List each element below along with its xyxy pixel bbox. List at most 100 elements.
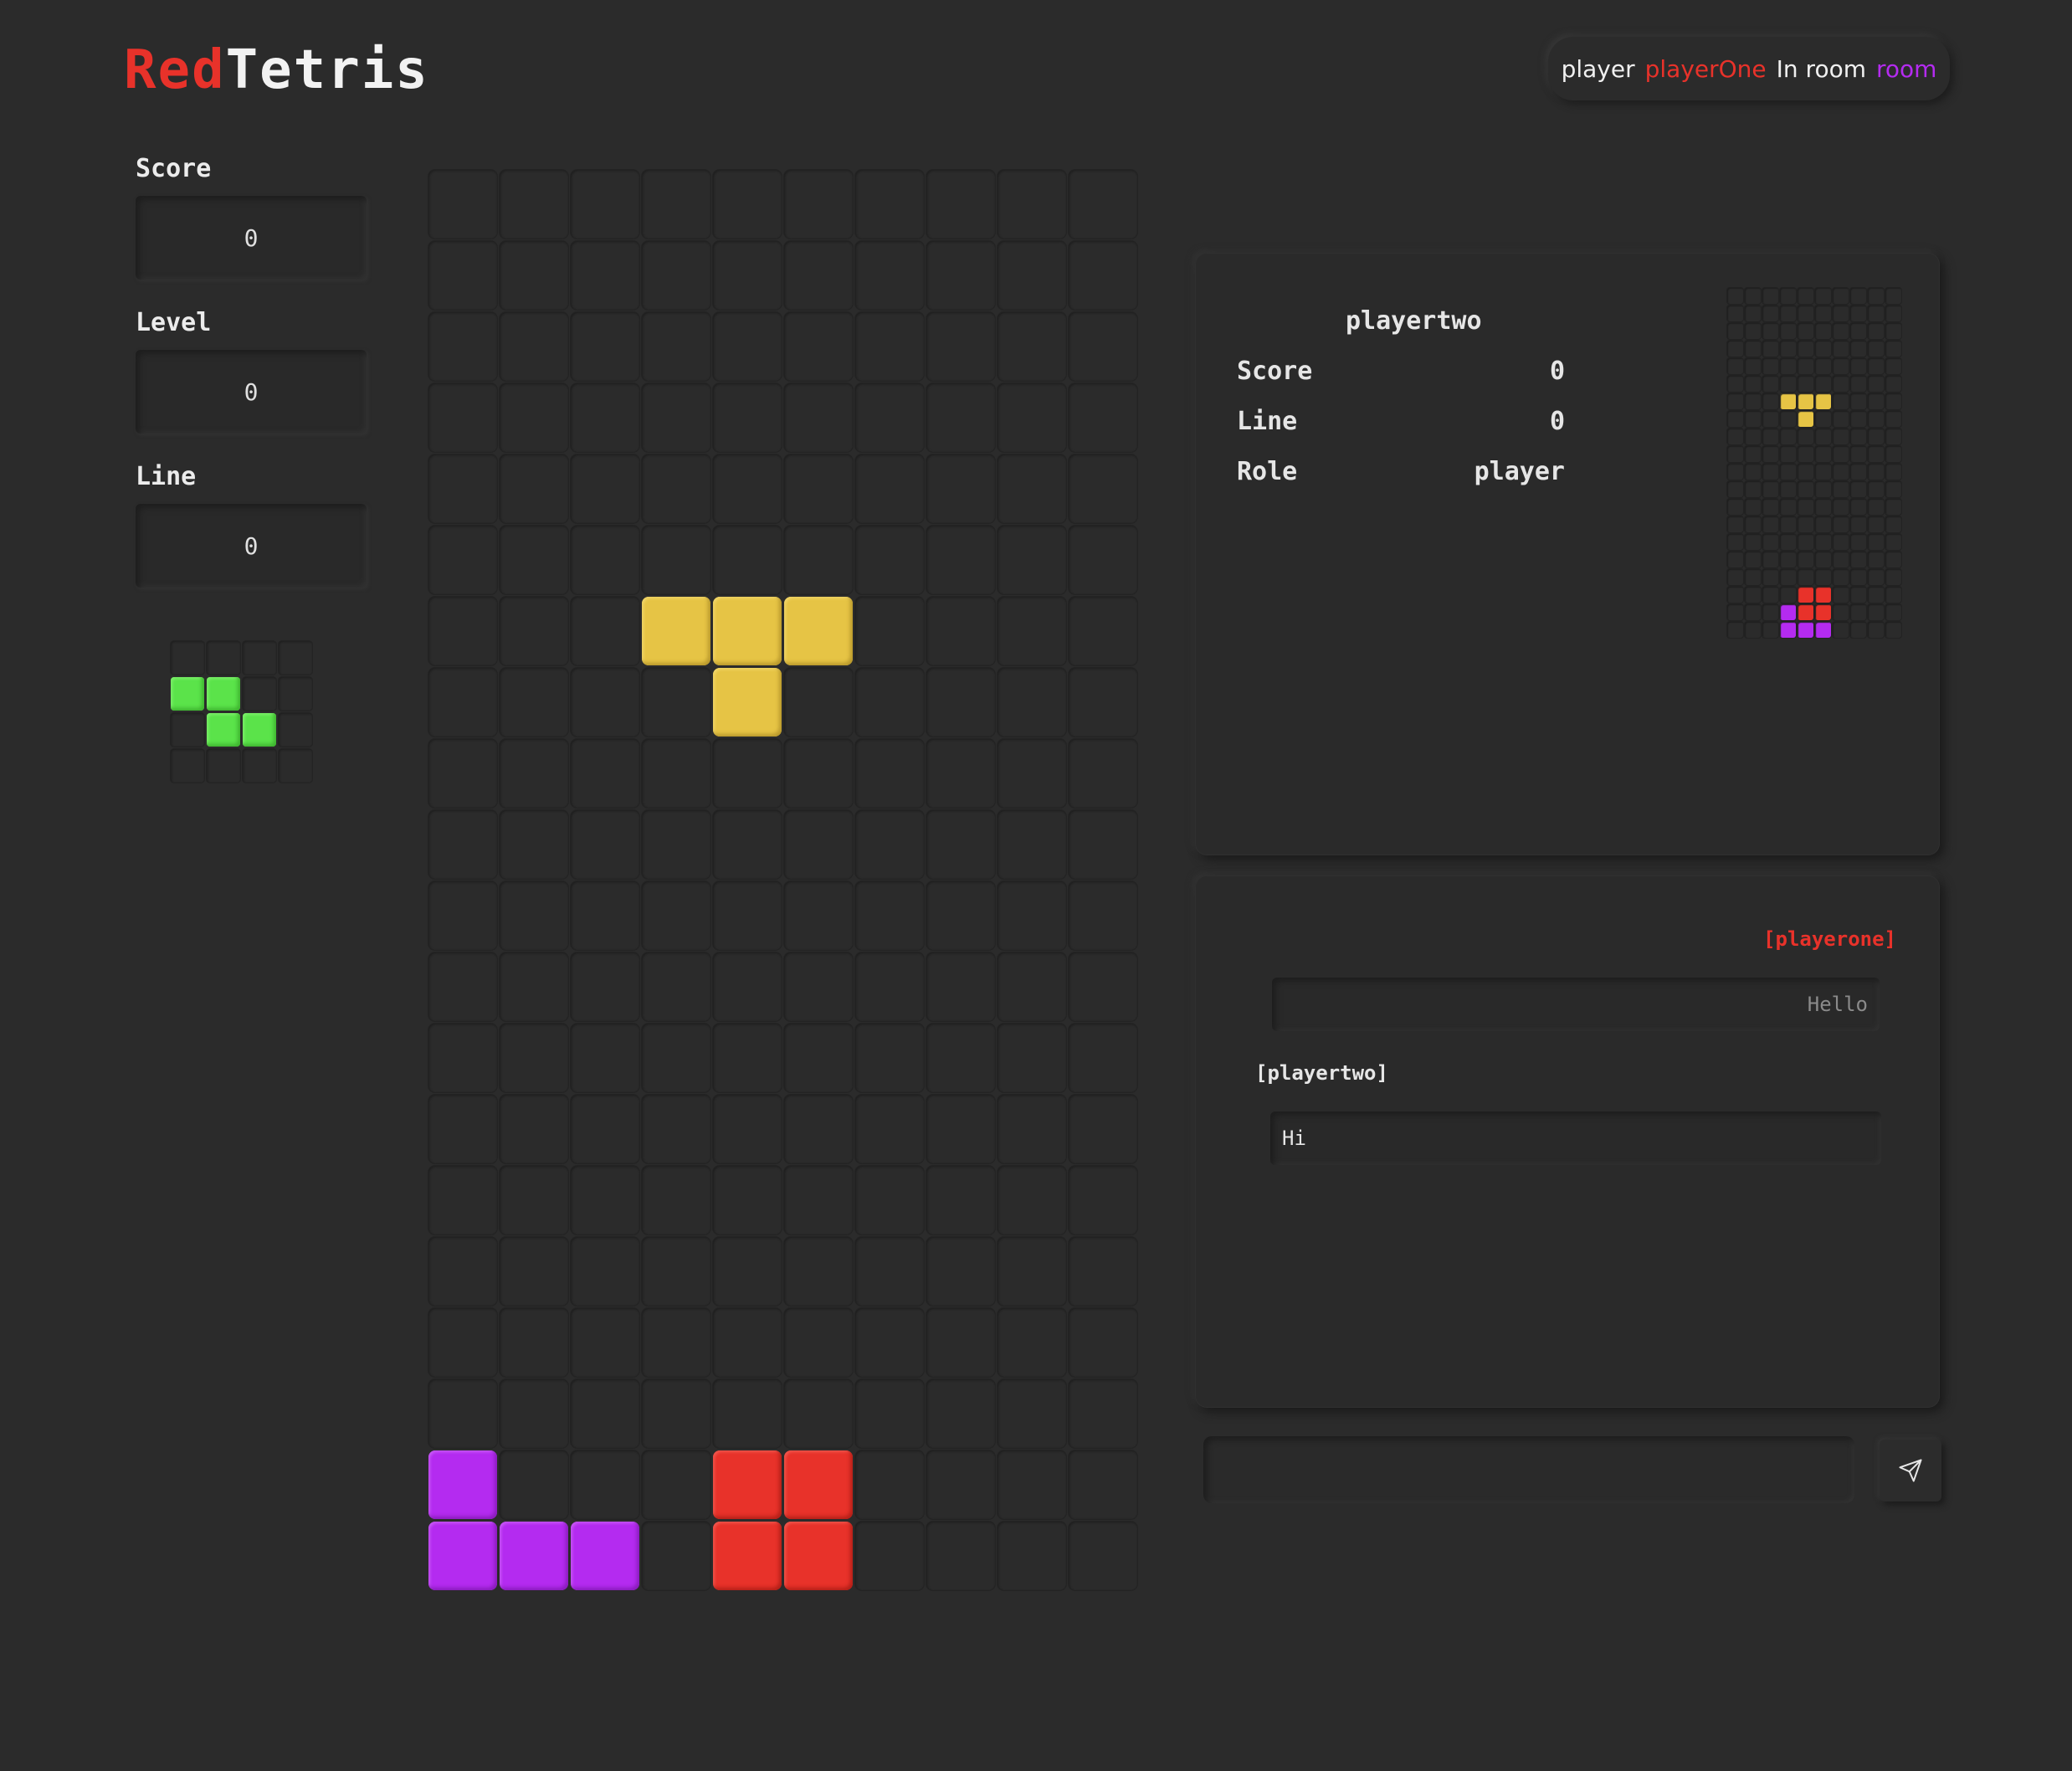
empty-cell: [1069, 810, 1137, 879]
empty-cell: [1850, 446, 1866, 462]
empty-cell: [784, 739, 853, 808]
empty-cell: [428, 1379, 497, 1448]
empty-cell: [1850, 552, 1866, 567]
empty-cell: [784, 526, 853, 594]
empty-cell: [1762, 376, 1778, 392]
empty-cell: [1069, 952, 1137, 1021]
empty-cell: [784, 1095, 853, 1163]
empty-cell: [926, 383, 995, 452]
empty-cell: [1850, 376, 1866, 392]
empty-cell: [1815, 305, 1831, 321]
empty-cell: [571, 1308, 639, 1377]
opponent-role-label: Role: [1237, 457, 1298, 486]
empty-cell: [1780, 464, 1796, 480]
empty-cell: [1069, 668, 1137, 737]
empty-cell: [855, 241, 924, 310]
empty-cell: [998, 1522, 1066, 1590]
empty-cell: [855, 810, 924, 879]
empty-cell: [713, 1166, 782, 1235]
empty-cell: [500, 454, 568, 523]
empty-cell: [1833, 587, 1849, 603]
empty-cell: [1815, 323, 1831, 339]
block-cell: [243, 713, 276, 747]
block-cell: [784, 1450, 853, 1519]
chat-message-text: Hello: [1807, 993, 1868, 1016]
empty-cell: [500, 383, 568, 452]
chat-message-author: [playerone]: [1763, 927, 1896, 951]
empty-cell: [1850, 393, 1866, 409]
empty-cell: [1868, 481, 1884, 497]
empty-cell: [855, 881, 924, 950]
empty-cell: [428, 383, 497, 452]
empty-cell: [1850, 341, 1866, 357]
empty-cell: [1069, 526, 1137, 594]
empty-cell: [1780, 429, 1796, 444]
empty-cell: [642, 1095, 710, 1163]
empty-cell: [428, 668, 497, 737]
empty-cell: [1780, 358, 1796, 374]
line-value: 0: [244, 531, 259, 560]
empty-cell: [926, 454, 995, 523]
empty-cell: [642, 668, 710, 737]
player-room-info: player playerOne In room room: [1548, 37, 1950, 100]
empty-cell: [784, 952, 853, 1021]
empty-cell: [428, 1308, 497, 1377]
empty-cell: [1833, 499, 1849, 515]
level-value-box: 0: [136, 350, 367, 434]
empty-cell: [1833, 446, 1849, 462]
empty-cell: [784, 1024, 853, 1092]
empty-cell: [998, 597, 1066, 665]
empty-cell: [171, 641, 204, 675]
empty-cell: [926, 1522, 995, 1590]
empty-cell: [1850, 587, 1866, 603]
empty-cell: [1069, 1166, 1137, 1235]
empty-cell: [1833, 358, 1849, 374]
empty-cell: [1815, 411, 1831, 427]
empty-cell: [1727, 587, 1743, 603]
empty-cell: [998, 1166, 1066, 1235]
empty-cell: [713, 739, 782, 808]
empty-cell: [571, 1024, 639, 1092]
empty-cell: [784, 241, 853, 310]
empty-cell: [642, 810, 710, 879]
empty-cell: [1727, 446, 1743, 462]
empty-cell: [1780, 376, 1796, 392]
block-cell: [713, 1522, 782, 1590]
block-cell: [1815, 622, 1831, 638]
empty-cell: [1780, 569, 1796, 585]
opponent-score-row: Score 0: [1237, 357, 1565, 386]
empty-cell: [1780, 516, 1796, 532]
empty-cell: [1727, 499, 1743, 515]
send-button[interactable]: [1880, 1440, 1941, 1502]
empty-cell: [1815, 569, 1831, 585]
empty-cell: [1727, 569, 1743, 585]
empty-cell: [998, 952, 1066, 1021]
empty-cell: [998, 1024, 1066, 1092]
empty-cell: [171, 713, 204, 747]
empty-cell: [571, 952, 639, 1021]
empty-cell: [1780, 341, 1796, 357]
score-label: Score: [136, 154, 212, 183]
empty-cell: [784, 810, 853, 879]
empty-cell: [428, 1095, 497, 1163]
chat-input[interactable]: [1203, 1436, 1854, 1503]
empty-cell: [642, 1237, 710, 1306]
empty-cell: [855, 668, 924, 737]
empty-cell: [500, 952, 568, 1021]
empty-cell: [1727, 429, 1743, 444]
empty-cell: [855, 312, 924, 381]
empty-cell: [1727, 604, 1743, 620]
block-cell: [1798, 393, 1813, 409]
game-board[interactable]: [428, 170, 1137, 1590]
empty-cell: [171, 749, 204, 783]
empty-cell: [1069, 170, 1137, 239]
empty-cell: [1868, 429, 1884, 444]
empty-cell: [1762, 516, 1778, 532]
empty-cell: [1798, 288, 1813, 304]
empty-cell: [998, 1237, 1066, 1306]
empty-cell: [926, 312, 995, 381]
block-cell: [1780, 393, 1796, 409]
empty-cell: [1798, 358, 1813, 374]
empty-cell: [1833, 516, 1849, 532]
empty-cell: [243, 749, 276, 783]
